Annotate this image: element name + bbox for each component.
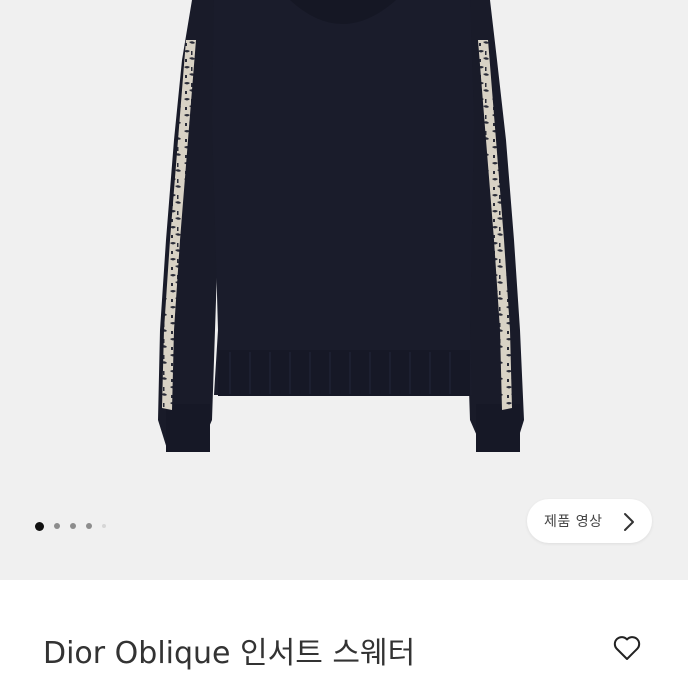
product-video-label: 제품 영상 (544, 514, 603, 530)
gallery-pagination (35, 520, 106, 532)
gallery-dot[interactable] (54, 523, 60, 529)
product-image-area[interactable] (0, 0, 688, 580)
gallery-dot[interactable] (102, 524, 106, 528)
product-image (158, 0, 524, 452)
heart-outline-icon[interactable] (612, 634, 642, 662)
gallery-dot[interactable] (86, 523, 92, 529)
gallery-dot-active[interactable] (35, 521, 44, 531)
gallery-dot[interactable] (70, 523, 76, 529)
chevron-right-icon (624, 513, 634, 531)
product-title: Dior Oblique 인서트 스웨터 (43, 636, 416, 671)
